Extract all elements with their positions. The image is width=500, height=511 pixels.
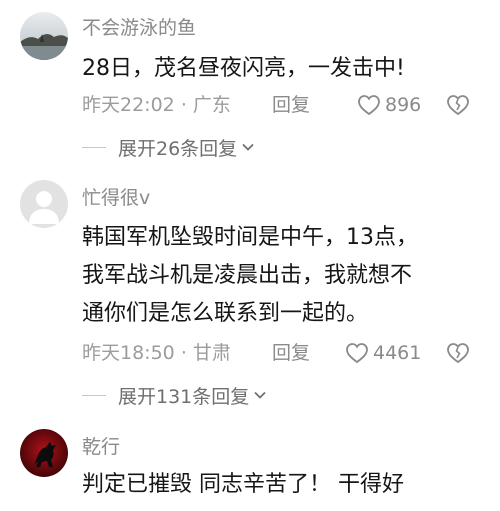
heart-outline-icon [346, 343, 368, 364]
heart-outline-icon [358, 95, 380, 116]
comment-text: 韩国军机坠毁时间是中午，13点， 我军战斗机是凌晨出击，我就想不 通你们是怎么联… [82, 219, 480, 333]
expand-replies[interactable]: 展开26条回复 [82, 132, 255, 162]
chevron-down-icon [242, 143, 254, 151]
comment-meta: 昨天18:50 · 甘肃 回复 4461 [82, 338, 480, 368]
like-count: 896 [385, 94, 422, 116]
expand-label: 展开131条回复 [118, 385, 250, 408]
broken-heart-icon[interactable] [446, 93, 470, 117]
avatar[interactable] [20, 429, 68, 477]
chevron-down-icon [254, 391, 266, 399]
comment-meta: 昨天22:02 · 广东 回复 896 [82, 90, 480, 120]
divider [82, 146, 106, 148]
comment-line: 通你们是怎么联系到一起的。 [82, 301, 369, 326]
comment-text: 判定已摧毁 同志辛苦了！ 干得好 [82, 466, 480, 504]
reply-button[interactable]: 回复 [272, 90, 310, 120]
comment-line: 韩国军机坠毁时间是中午，13点， [82, 225, 418, 250]
expand-label: 展开26条回复 [118, 137, 238, 160]
expand-replies[interactable]: 展开131条回复 [82, 380, 267, 410]
comment-time: 昨天18:50 [82, 342, 175, 364]
username[interactable]: 忙得很v [82, 183, 150, 210]
username[interactable]: 乾行 [82, 432, 120, 459]
time-location: 昨天18:50 · 甘肃 [82, 338, 231, 368]
like-button[interactable]: 4461 [345, 338, 421, 368]
comment-text: 28日，茂名昼夜闪亮，一发击中! [82, 50, 480, 88]
time-location: 昨天22:02 · 广东 [82, 90, 231, 120]
separator: · [180, 342, 187, 364]
comment-location: 甘肃 [192, 342, 231, 364]
avatar[interactable] [20, 180, 68, 228]
divider [82, 394, 106, 396]
comment-time: 昨天22:02 [82, 94, 175, 116]
comment-line: 28日，茂名昼夜闪亮，一发击中! [82, 56, 405, 81]
separator: · [180, 94, 187, 116]
username[interactable]: 不会游泳的鱼 [82, 13, 196, 40]
like-button[interactable]: 896 [357, 90, 421, 120]
like-count: 4461 [373, 342, 422, 364]
broken-heart-icon[interactable] [446, 341, 470, 365]
reply-button[interactable]: 回复 [272, 338, 310, 368]
avatar[interactable] [20, 12, 68, 60]
comment-line: 判定已摧毁 同志辛苦了！ 干得好 [82, 472, 404, 497]
comment-line: 我军战斗机是凌晨出击，我就想不 [82, 263, 413, 288]
comment-location: 广东 [192, 94, 231, 116]
